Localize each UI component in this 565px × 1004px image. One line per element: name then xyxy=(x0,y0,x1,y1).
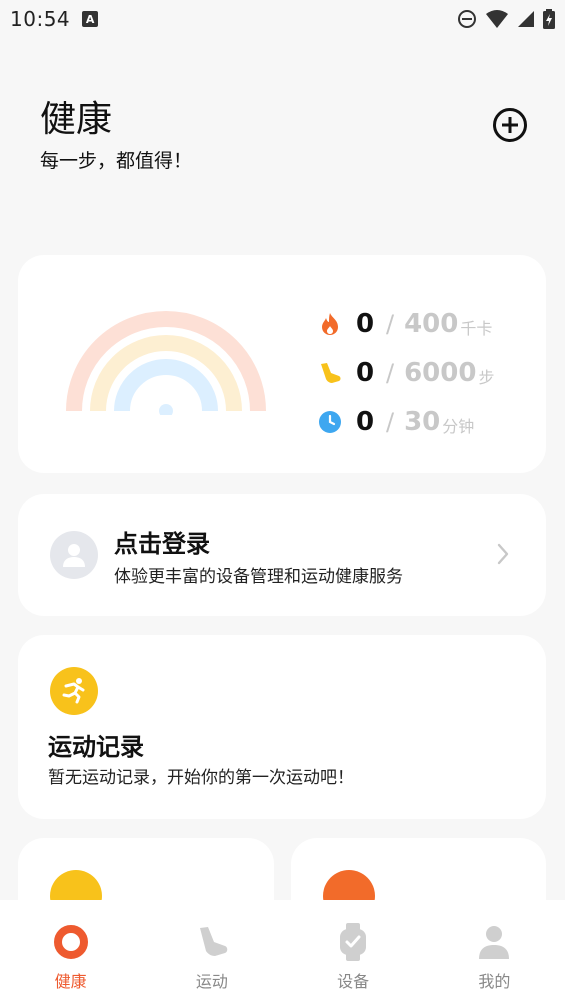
watch-icon xyxy=(333,922,373,962)
tab-health[interactable]: 健康 xyxy=(0,900,141,1004)
login-card[interactable]: 点击登录 体验更丰富的设备管理和运动健康服务 xyxy=(18,494,546,616)
page-subtitle: 每一步，都值得！ xyxy=(40,150,193,172)
login-description: 体验更丰富的设备管理和运动健康服务 xyxy=(114,567,403,587)
steps-current: 0 xyxy=(356,357,375,388)
tab-health-label: 健康 xyxy=(54,972,87,991)
calorie-current: 0 xyxy=(356,308,375,339)
chevron-right-icon xyxy=(497,543,509,565)
login-title: 点击登录 xyxy=(114,530,210,558)
calorie-unit: 千卡 xyxy=(460,318,493,338)
health-ring-icon xyxy=(51,922,91,962)
calorie-separator: / xyxy=(386,309,395,338)
steps-goal: 6000 xyxy=(404,357,477,388)
tab-profile-label: 我的 xyxy=(478,972,511,991)
tab-workout[interactable]: 运动 xyxy=(141,900,282,1004)
steps-metric: 0 / 6000 步 xyxy=(318,348,494,397)
add-button[interactable] xyxy=(492,107,528,143)
tab-device[interactable]: 设备 xyxy=(283,900,424,1004)
tab-profile[interactable]: 我的 xyxy=(424,900,565,1004)
page-title: 健康 xyxy=(40,99,113,140)
signal-icon xyxy=(518,11,534,27)
steps-unit: 步 xyxy=(478,367,495,387)
record-description: 暂无运动记录，开始你的第一次运动吧！ xyxy=(48,768,354,788)
ring-center-dot xyxy=(159,404,173,415)
duration-separator: / xyxy=(386,407,395,436)
clock-icon xyxy=(318,410,342,434)
person-icon xyxy=(474,922,514,962)
avatar xyxy=(50,531,98,579)
record-title: 运动记录 xyxy=(48,733,144,761)
notification-a-icon: A xyxy=(82,11,99,27)
duration-metric: 0 / 30 分钟 xyxy=(318,397,494,446)
duration-goal: 30 xyxy=(404,406,441,437)
flame-icon xyxy=(318,312,342,336)
workout-record-card[interactable]: 运动记录 暂无运动记录，开始你的第一次运动吧！ xyxy=(18,635,546,819)
metrics-list: 0 / 400 千卡 0 / 6000 步 0 / 30 分钟 xyxy=(318,299,494,446)
user-placeholder-icon xyxy=(63,544,85,567)
tab-device-label: 设备 xyxy=(337,972,370,991)
plus-circle-icon xyxy=(493,108,527,142)
battery-icon xyxy=(543,9,555,29)
duration-current: 0 xyxy=(356,406,375,437)
page-header: 健康 每一步，都值得！ xyxy=(40,96,192,173)
activity-summary-card[interactable]: 0 / 400 千卡 0 / 6000 步 0 / 30 分钟 xyxy=(18,255,546,473)
wifi-icon xyxy=(486,10,508,28)
activity-rings-chart xyxy=(66,311,266,415)
do-not-disturb-icon xyxy=(458,10,476,28)
running-icon xyxy=(50,667,98,715)
calorie-metric: 0 / 400 千卡 xyxy=(318,299,494,348)
steps-separator: / xyxy=(386,358,395,387)
bottom-tab-bar: 健康 运动 设备 我的 xyxy=(0,900,565,1004)
calorie-goal: 400 xyxy=(404,308,459,339)
tab-workout-label: 运动 xyxy=(195,972,228,991)
shoe-icon xyxy=(192,922,232,962)
duration-unit: 分钟 xyxy=(442,416,475,436)
shoe-icon xyxy=(318,361,342,385)
status-bar: 10:54 A xyxy=(0,0,565,38)
status-time: 10:54 xyxy=(10,7,71,31)
